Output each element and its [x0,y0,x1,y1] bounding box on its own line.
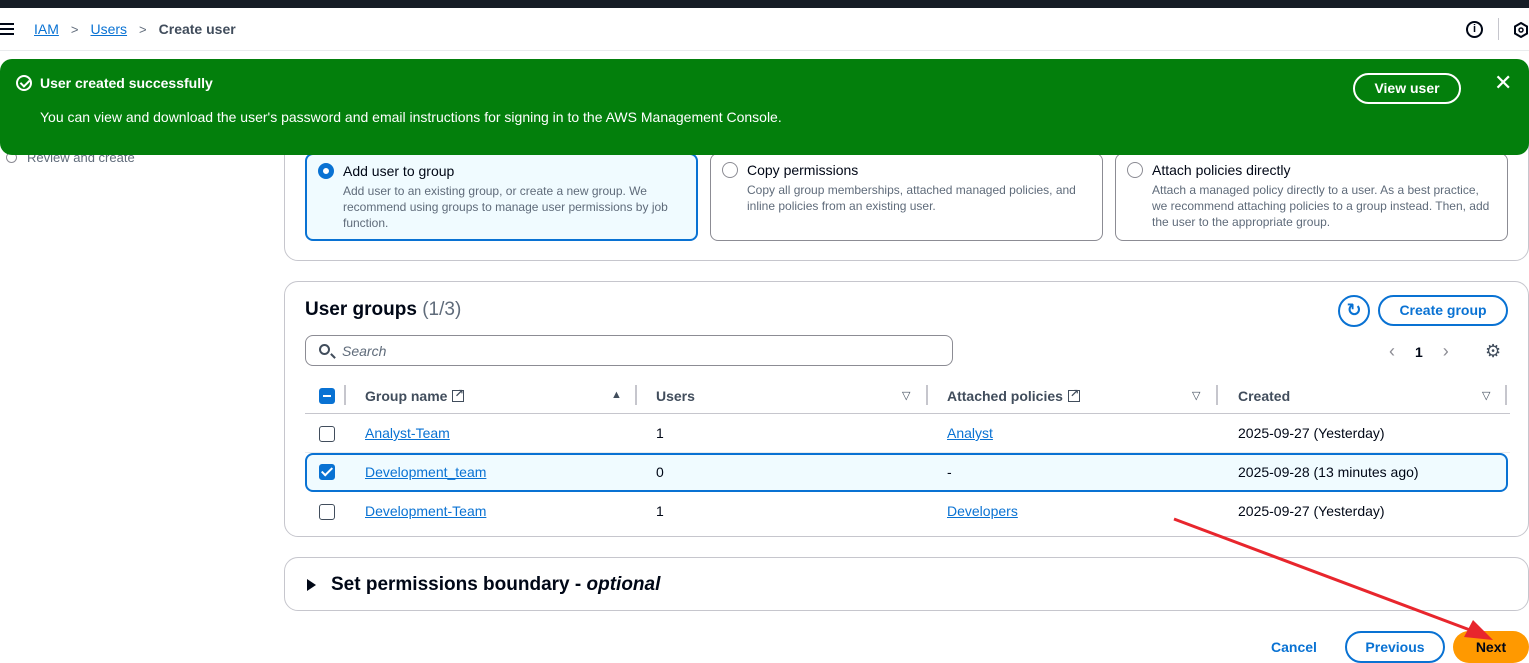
user-groups-card: User groups (1/3) ↻ Create group ‹ 1 › ⚙… [284,281,1529,537]
sort-icon[interactable]: ▽ [1482,389,1490,402]
policy-value: - [947,464,952,480]
table-header: Group name ▲ Users ▽ Attached policies ▽… [305,378,1510,414]
divider [1498,18,1499,40]
column-label: Attached policies [947,388,1063,404]
breadcrumb-bar: IAM > Users > Create user i [0,8,1529,51]
column-group-name[interactable]: Group name [365,378,465,414]
column-label: Group name [365,388,448,404]
search-field[interactable] [305,335,953,366]
users-count: 0 [656,464,664,480]
gear-icon[interactable]: ⚙ [1485,341,1501,362]
column-label: Users [656,388,695,404]
created-date: 2025-09-27 (Yesterday) [1238,503,1385,519]
table-row-selected[interactable]: Development_team 0 - 2025-09-28 (13 minu… [305,453,1508,492]
external-link-icon [1067,387,1080,402]
users-count: 1 [656,503,664,519]
flash-title: User created successfully [40,75,213,91]
chevron-right-icon: > [139,21,147,37]
settings-hex-icon[interactable] [1514,22,1528,38]
row-checkbox[interactable] [319,426,335,442]
flash-message: You can view and download the user's pas… [40,109,782,125]
option-copy-permissions[interactable]: Copy permissions Copy all group membersh… [710,153,1103,241]
select-all-checkbox[interactable] [319,388,335,404]
previous-button[interactable]: Previous [1345,631,1445,663]
group-name-link[interactable]: Development_team [365,464,486,480]
cancel-button[interactable]: Cancel [1271,639,1317,655]
column-separator[interactable] [635,385,637,405]
breadcrumb-users[interactable]: Users [90,21,127,37]
next-button[interactable]: Next [1453,631,1529,663]
chevron-right-icon[interactable]: › [1443,341,1449,362]
radio-button[interactable] [722,162,738,178]
close-icon[interactable]: ✕ [1494,72,1512,94]
policy-link[interactable]: Analyst [947,425,993,441]
view-user-button[interactable]: View user [1353,73,1461,104]
column-separator[interactable] [1216,385,1218,405]
column-attached-policies[interactable]: Attached policies [947,378,1080,414]
create-group-button[interactable]: Create group [1378,295,1508,326]
policy-link[interactable]: Developers [947,503,1018,519]
console-top-bar [0,0,1529,8]
radio-button[interactable] [1127,162,1143,178]
breadcrumb: IAM > Users > Create user [34,21,236,37]
chevron-right-icon: > [70,21,79,37]
column-separator [344,385,346,405]
sort-icon[interactable]: ▽ [902,389,910,402]
refresh-icon[interactable]: ↻ [1338,295,1370,327]
option-title: Add user to group [343,163,455,179]
option-attach-policies[interactable]: Attach policies directly Attach a manage… [1115,153,1508,241]
search-icon [319,344,330,355]
breadcrumb-iam[interactable]: IAM [34,21,59,37]
external-link-icon [452,387,465,402]
success-flash-banner: User created successfully You can view a… [0,59,1529,155]
option-description: Add user to an existing group, or create… [343,184,668,230]
option-description: Copy all group memberships, attached man… [747,183,1076,213]
column-separator [1505,385,1507,405]
user-groups-title: User groups (1/3) [305,299,461,321]
permissions-boundary-section[interactable]: Set permissions boundary - optional [284,557,1529,611]
option-title: Copy permissions [747,162,859,178]
sort-ascending-icon[interactable]: ▲ [611,389,622,401]
caret-right-icon[interactable] [307,579,316,591]
option-title: Attach policies directly [1152,162,1291,178]
user-groups-title-text: User groups [305,299,417,320]
row-checkbox[interactable] [319,504,335,520]
option-add-user-to-group[interactable]: Add user to group Add user to an existin… [305,153,698,241]
table-row[interactable]: Analyst-Team 1 Analyst 2025-09-27 (Yeste… [305,414,1510,453]
info-icon[interactable]: i [1466,21,1483,38]
sort-icon[interactable]: ▽ [1192,389,1200,402]
radio-button[interactable] [318,163,334,179]
boundary-optional-text: optional [586,574,661,595]
option-description: Attach a managed policy directly to a us… [1152,183,1490,229]
column-users[interactable]: Users [656,378,695,414]
group-name-link[interactable]: Analyst-Team [365,425,450,441]
breadcrumb-current: Create user [158,21,236,37]
users-count: 1 [656,425,664,441]
table-row[interactable]: Development-Team 1 Developers 2025-09-27… [305,492,1510,531]
boundary-title-text: Set permissions boundary - [331,574,587,595]
row-checkbox[interactable] [319,464,335,480]
user-groups-count: (1/3) [422,299,462,320]
pagination: ‹ 1 › [1389,341,1449,362]
page-number[interactable]: 1 [1415,344,1423,360]
created-date: 2025-09-27 (Yesterday) [1238,425,1385,441]
menu-icon[interactable] [0,23,14,35]
search-input[interactable] [342,341,942,361]
boundary-title[interactable]: Set permissions boundary - optional [331,574,660,596]
created-date: 2025-09-28 (13 minutes ago) [1238,464,1419,480]
chevron-left-icon[interactable]: ‹ [1389,341,1395,362]
column-label: Created [1238,388,1291,404]
check-circle-icon [16,75,32,91]
column-separator[interactable] [926,385,928,405]
column-created[interactable]: Created [1238,378,1290,414]
group-name-link[interactable]: Development-Team [365,503,486,519]
